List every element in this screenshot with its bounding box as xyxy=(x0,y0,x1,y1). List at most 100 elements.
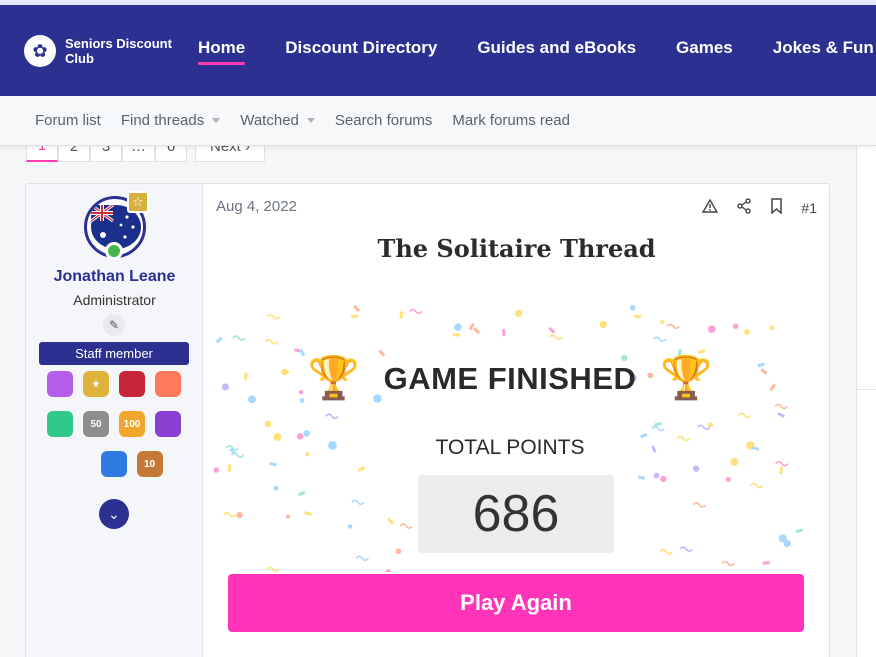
confetti-piece xyxy=(236,511,243,519)
chevron-down-icon[interactable]: ⌄ xyxy=(99,499,129,529)
nav-games[interactable]: Games xyxy=(676,38,733,68)
confetti-piece xyxy=(659,548,673,555)
site-name: Seniors Discount Club xyxy=(65,36,172,66)
game-result-panel: 🏆 GAME FINISHED 🏆 TOTAL POINTS 686 xyxy=(214,304,806,572)
confetti-piece xyxy=(351,314,359,319)
confetti-piece xyxy=(409,308,423,315)
confetti-piece xyxy=(264,420,272,428)
confetti-piece xyxy=(273,485,279,491)
confetti-piece xyxy=(666,323,681,330)
online-status-icon xyxy=(105,242,123,260)
logo-tag-icon: ✿ xyxy=(24,35,56,67)
forum-post: ☆ Jonathan Leane Administrator ✎ Staff m… xyxy=(25,183,830,657)
confetti-piece xyxy=(266,313,281,320)
confetti-piece xyxy=(743,329,750,336)
star-icon[interactable]: ★ xyxy=(83,371,109,397)
subnav-search-forums[interactable]: Search forums xyxy=(335,112,433,129)
report-warning-icon[interactable] xyxy=(702,198,719,216)
confetti-piece xyxy=(660,475,667,483)
confetti-piece xyxy=(696,424,711,431)
subnav-mark-forums-read-label: Mark forums read xyxy=(452,111,570,129)
confetti-piece xyxy=(637,475,646,480)
confetti-piece xyxy=(692,502,707,508)
chevron-down-icon[interactable] xyxy=(306,117,315,123)
game-heading: 🏆 GAME FINISHED 🏆 xyxy=(214,354,806,403)
nav-guides-ebooks[interactable]: Guides and eBooks xyxy=(477,38,636,68)
post-actions: #1 xyxy=(684,198,817,217)
author-name[interactable]: Jonathan Leane xyxy=(26,268,203,286)
confetti-piece xyxy=(629,304,636,311)
confetti-piece xyxy=(227,464,232,472)
total-points-value: 686 xyxy=(418,475,614,553)
confetti-piece xyxy=(395,548,402,555)
confetti-piece xyxy=(473,327,481,335)
confetti-piece xyxy=(399,311,404,319)
confetti-piece xyxy=(660,319,665,324)
trophy-cup-icon: 🏆 xyxy=(307,354,360,401)
confetti-piece xyxy=(732,323,739,329)
post-content: Aug 4, 2022 #1 The Solitaire Thread 🏆 GA… xyxy=(204,184,829,657)
confetti-piece xyxy=(795,528,803,534)
confetti-piece xyxy=(325,413,339,420)
total-points-label: TOTAL POINTS xyxy=(435,436,585,459)
chevron-down-icon[interactable] xyxy=(212,117,221,123)
confetti-piece xyxy=(548,326,556,334)
points-100-icon[interactable]: 100 xyxy=(119,411,145,437)
confetti-piece xyxy=(269,461,277,467)
post-number-link[interactable]: #1 xyxy=(801,200,817,216)
subnav-find-threads[interactable]: Find threads xyxy=(121,112,221,129)
confetti-piece xyxy=(353,305,361,313)
confetti-piece xyxy=(721,560,735,567)
confetti-piece xyxy=(387,517,395,525)
star-icon: ☆ xyxy=(127,191,149,213)
confetti-piece xyxy=(454,323,462,331)
lightbulb-icon[interactable] xyxy=(155,371,181,397)
play-again-button[interactable]: Play Again xyxy=(228,574,804,632)
confetti-piece xyxy=(399,523,413,529)
confetti-piece xyxy=(762,560,770,565)
confetti-piece xyxy=(651,425,665,432)
site-logo[interactable]: ✿ Seniors Discount Club xyxy=(24,35,195,67)
confetti-piece xyxy=(769,325,775,331)
confetti-piece xyxy=(599,320,607,329)
confetti-piece xyxy=(774,403,788,410)
crown-icon[interactable] xyxy=(47,371,73,397)
post-date[interactable]: Aug 4, 2022 xyxy=(216,198,297,215)
points-10-icon[interactable]: 10 xyxy=(136,451,163,477)
confetti-piece xyxy=(634,314,642,319)
main-nav: Home Discount Directory Guides and eBook… xyxy=(198,38,876,68)
subnav-watched-label: Watched xyxy=(240,111,299,129)
confetti-piece xyxy=(501,328,506,337)
binoculars-icon[interactable] xyxy=(155,411,181,437)
tag-icon[interactable] xyxy=(47,411,73,437)
confetti-piece xyxy=(514,309,523,318)
nav-discount-directory[interactable]: Discount Directory xyxy=(285,38,437,68)
right-sidebar xyxy=(856,146,876,657)
subnav-search-forums-label: Search forums xyxy=(334,111,433,129)
trophy-cup-icon: 🏆 xyxy=(660,354,713,401)
points-50-icon[interactable]: 50 xyxy=(83,411,109,437)
share-icon[interactable] xyxy=(736,198,752,217)
confetti-piece xyxy=(777,412,785,418)
confetti-piece xyxy=(347,524,353,529)
confetti-piece xyxy=(749,482,764,489)
confetti-piece xyxy=(215,336,223,344)
camera-icon[interactable] xyxy=(100,451,127,477)
nav-jokes-fun[interactable]: Jokes & Fun xyxy=(773,38,874,68)
confetti-piece xyxy=(779,466,784,475)
confetti-piece xyxy=(549,334,563,340)
bookmark-icon[interactable] xyxy=(770,198,783,217)
game-status: GAME FINISHED xyxy=(383,360,637,396)
subnav-forum-list[interactable]: Forum list xyxy=(35,112,101,129)
confetti-piece xyxy=(355,555,370,562)
nav-home[interactable]: Home xyxy=(198,38,246,68)
confetti-piece xyxy=(264,339,279,345)
flag-icon[interactable] xyxy=(119,371,145,397)
subnav-watched[interactable]: Watched xyxy=(240,112,315,129)
top-navigation: ✿ Seniors Discount Club Home Discount Di… xyxy=(0,0,876,96)
subnav-mark-forums-read[interactable]: Mark forums read xyxy=(452,112,570,129)
staff-badge: Staff member xyxy=(39,342,189,365)
confetti-piece xyxy=(266,566,280,572)
confetti-piece xyxy=(707,325,716,334)
confetti-piece xyxy=(679,546,693,552)
